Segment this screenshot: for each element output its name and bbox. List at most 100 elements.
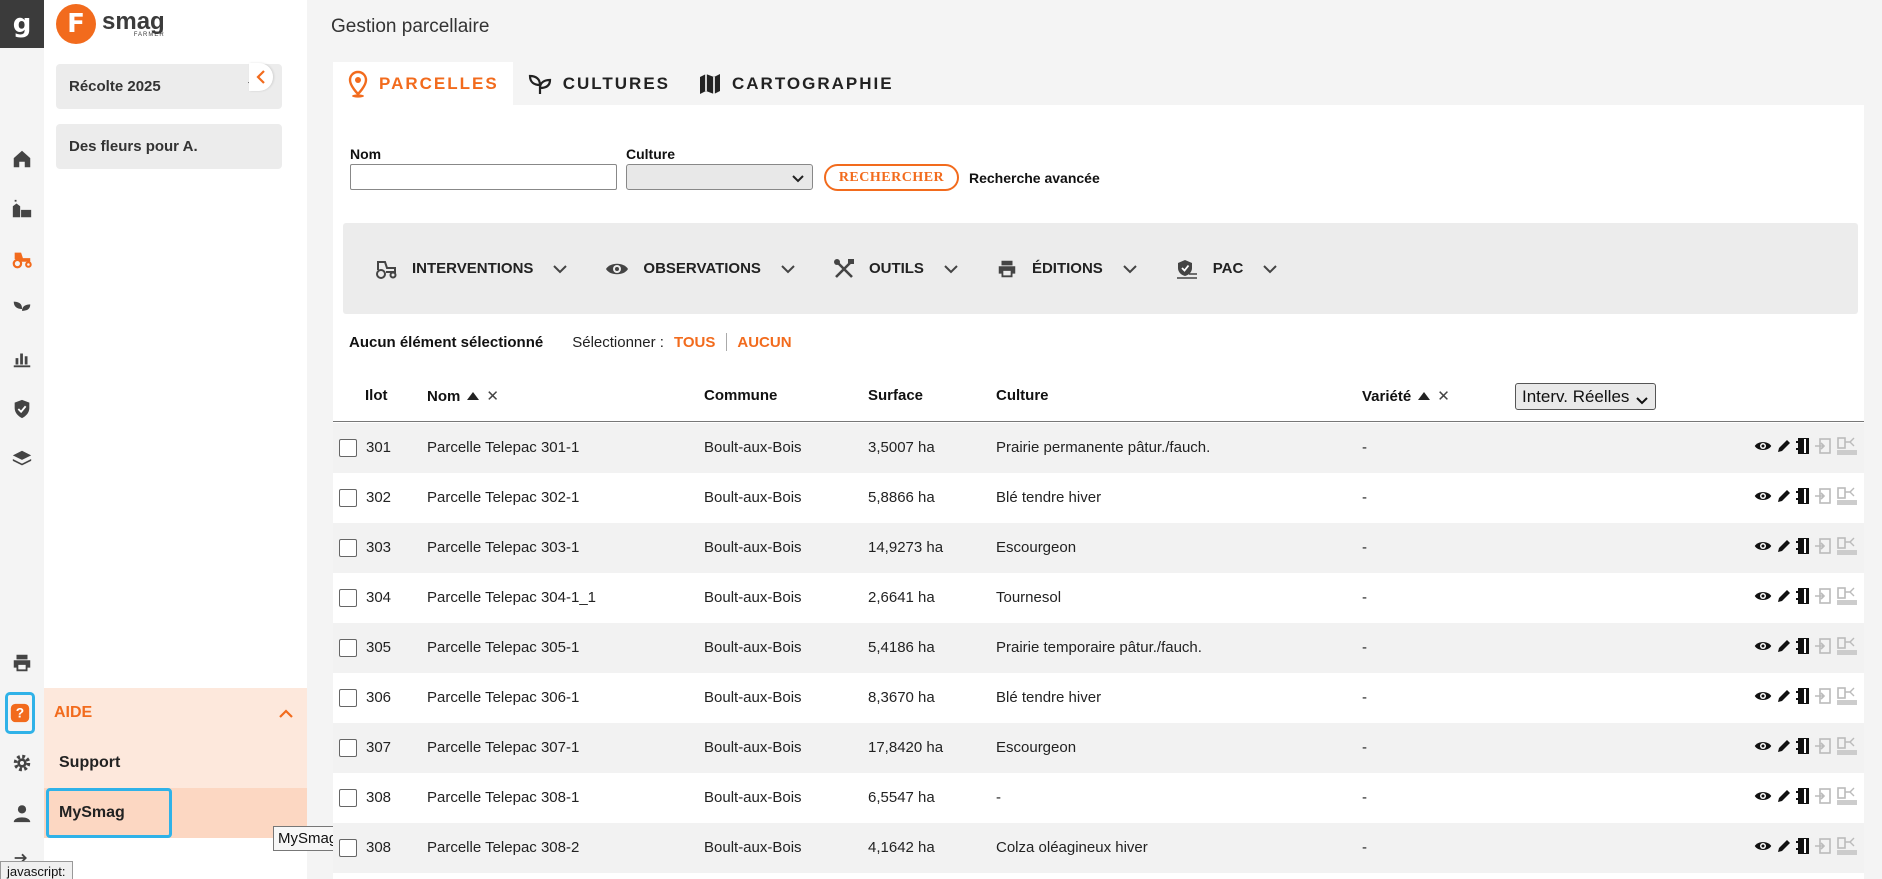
row-checkbox[interactable]: [339, 739, 357, 757]
edit-pencil-icon[interactable]: [1776, 488, 1792, 504]
col-commune[interactable]: Commune: [704, 387, 777, 404]
bar-chart-icon[interactable]: [0, 339, 44, 379]
edit-pencil-icon[interactable]: [1776, 588, 1792, 604]
table-row[interactable]: 308 Parcelle Telepac 308-1 Boult-aux-Bois 6…: [333, 773, 1864, 823]
sort-asc-icon[interactable]: [467, 392, 480, 400]
user-icon[interactable]: [0, 793, 44, 833]
col-culture[interactable]: Culture: [996, 387, 1049, 404]
notebook-icon[interactable]: [1796, 487, 1810, 505]
cell-commune: Boult-aux-Bois: [704, 439, 802, 456]
cell-culture: Escourgeon: [996, 539, 1077, 556]
tab-cultures[interactable]: CULTURES: [513, 62, 684, 105]
notebook-icon[interactable]: [1796, 837, 1810, 855]
notebook-icon[interactable]: [1796, 737, 1810, 755]
view-eye-icon[interactable]: [1754, 539, 1772, 553]
view-eye-icon[interactable]: [1754, 589, 1772, 603]
cell-surface: 6,5547 ha: [868, 789, 935, 806]
tab-bar: PARCELLES CULTURES CARTOGRAPHIE: [333, 62, 908, 105]
view-eye-icon[interactable]: [1754, 439, 1772, 453]
table-row[interactable]: 303 Parcelle Telepac 303-1 Boult-aux-Bois 1…: [333, 523, 1864, 573]
toolbar-editions[interactable]: ÉDITIONS: [996, 258, 1137, 280]
table-row[interactable]: 308 Parcelle Telepac 308-2 Boult-aux-Bois 4…: [333, 823, 1864, 873]
edit-pencil-icon[interactable]: [1776, 688, 1792, 704]
name-search-input[interactable]: [350, 164, 617, 190]
col-ilot[interactable]: Ilot: [365, 387, 388, 404]
export-disabled-icon: [1814, 637, 1832, 655]
edit-pencil-icon[interactable]: [1776, 788, 1792, 804]
sprout-icon[interactable]: [0, 289, 44, 329]
tab-cartographie[interactable]: CARTOGRAPHIE: [684, 62, 908, 105]
view-eye-icon[interactable]: [1754, 689, 1772, 703]
clear-sort-icon[interactable]: ✕: [1437, 387, 1450, 405]
table-row[interactable]: 307 Parcelle Telepac 307-1 Boult-aux-Bois 1…: [333, 723, 1864, 773]
table-row[interactable]: 306 Parcelle Telepac 306-1 Boult-aux-Bois 8…: [333, 673, 1864, 723]
shield-check-icon[interactable]: [0, 389, 44, 429]
col-nom[interactable]: Nom ✕: [427, 387, 499, 406]
notebook-icon[interactable]: [1796, 537, 1810, 555]
sort-asc-icon[interactable]: [1418, 392, 1431, 400]
tractor-icon[interactable]: [0, 239, 44, 279]
printer-icon[interactable]: [0, 643, 44, 683]
layers-icon[interactable]: [0, 439, 44, 479]
row-checkbox[interactable]: [339, 639, 357, 657]
notebook-icon[interactable]: [1796, 787, 1810, 805]
row-checkbox[interactable]: [339, 789, 357, 807]
home-icon[interactable]: [0, 139, 44, 179]
farm-selector[interactable]: Des fleurs pour A.: [56, 124, 282, 169]
select-all-link[interactable]: TOUS: [674, 334, 715, 351]
edit-pencil-icon[interactable]: [1776, 738, 1792, 754]
brand-logo[interactable]: F smag FARMER: [56, 4, 165, 44]
notebook-icon[interactable]: [1796, 637, 1810, 655]
col-variete[interactable]: Variété ✕: [1362, 387, 1450, 406]
edit-pencil-icon[interactable]: [1776, 638, 1792, 654]
row-checkbox[interactable]: [339, 539, 357, 557]
table-row[interactable]: 302 Parcelle Telepac 302-1 Boult-aux-Bois 5…: [333, 473, 1864, 523]
table-body: 301 Parcelle Telepac 301-1 Boult-aux-Bois 3…: [333, 423, 1864, 873]
farm-icon[interactable]: [0, 189, 44, 229]
view-eye-icon[interactable]: [1754, 839, 1772, 853]
status-bar: javascript:: [0, 861, 73, 879]
row-checkbox[interactable]: [339, 839, 357, 857]
cell-commune: Boult-aux-Bois: [704, 689, 802, 706]
toolbar-pac[interactable]: PAC: [1175, 258, 1278, 280]
interventions-filter-select[interactable]: Interv. Réelles: [1515, 383, 1656, 410]
help-icon[interactable]: ?: [5, 692, 35, 734]
col-surface[interactable]: Surface: [868, 387, 923, 404]
aide-item-mysmag[interactable]: MySmag: [44, 788, 307, 838]
aide-item-label: Support: [59, 754, 121, 771]
view-eye-icon[interactable]: [1754, 489, 1772, 503]
gear-icon[interactable]: [0, 743, 44, 783]
row-checkbox[interactable]: [339, 589, 357, 607]
table-row[interactable]: 305 Parcelle Telepac 305-1 Boult-aux-Bois 5…: [333, 623, 1864, 673]
aide-section-header[interactable]: AIDE: [44, 688, 307, 738]
advanced-search-link[interactable]: Recherche avancée: [969, 170, 1100, 186]
interventions-filter-value: Interv. Réelles: [1522, 386, 1630, 406]
culture-select[interactable]: [626, 164, 813, 190]
view-eye-icon[interactable]: [1754, 639, 1772, 653]
edit-pencil-icon[interactable]: [1776, 438, 1792, 454]
table-row[interactable]: 304 Parcelle Telepac 304-1_1 Boult-aux-Boi…: [333, 573, 1864, 623]
search-button[interactable]: RECHERCHER: [824, 164, 959, 191]
cell-culture: Escourgeon: [996, 739, 1077, 756]
aide-item-support[interactable]: Support: [44, 738, 307, 788]
clear-sort-icon[interactable]: ✕: [486, 387, 499, 405]
row-checkbox[interactable]: [339, 489, 357, 507]
app-logo[interactable]: g: [0, 0, 44, 48]
table-row[interactable]: 301 Parcelle Telepac 301-1 Boult-aux-Bois 3…: [333, 423, 1864, 473]
row-checkbox[interactable]: [339, 689, 357, 707]
toolbar-outils[interactable]: OUTILS: [833, 258, 958, 280]
tab-parcelles[interactable]: PARCELLES: [333, 62, 513, 105]
cell-variete: -: [1362, 639, 1367, 656]
view-eye-icon[interactable]: [1754, 789, 1772, 803]
cell-surface: 14,9273 ha: [868, 539, 944, 556]
notebook-icon[interactable]: [1796, 687, 1810, 705]
toolbar-observations[interactable]: OBSERVATIONS: [605, 260, 795, 278]
row-checkbox[interactable]: [339, 439, 357, 457]
edit-pencil-icon[interactable]: [1776, 538, 1792, 554]
select-none-link[interactable]: AUCUN: [737, 334, 791, 351]
toolbar-interventions[interactable]: INTERVENTIONS: [374, 258, 568, 280]
edit-pencil-icon[interactable]: [1776, 838, 1792, 854]
view-eye-icon[interactable]: [1754, 739, 1772, 753]
notebook-icon[interactable]: [1796, 437, 1810, 455]
notebook-icon[interactable]: [1796, 587, 1810, 605]
